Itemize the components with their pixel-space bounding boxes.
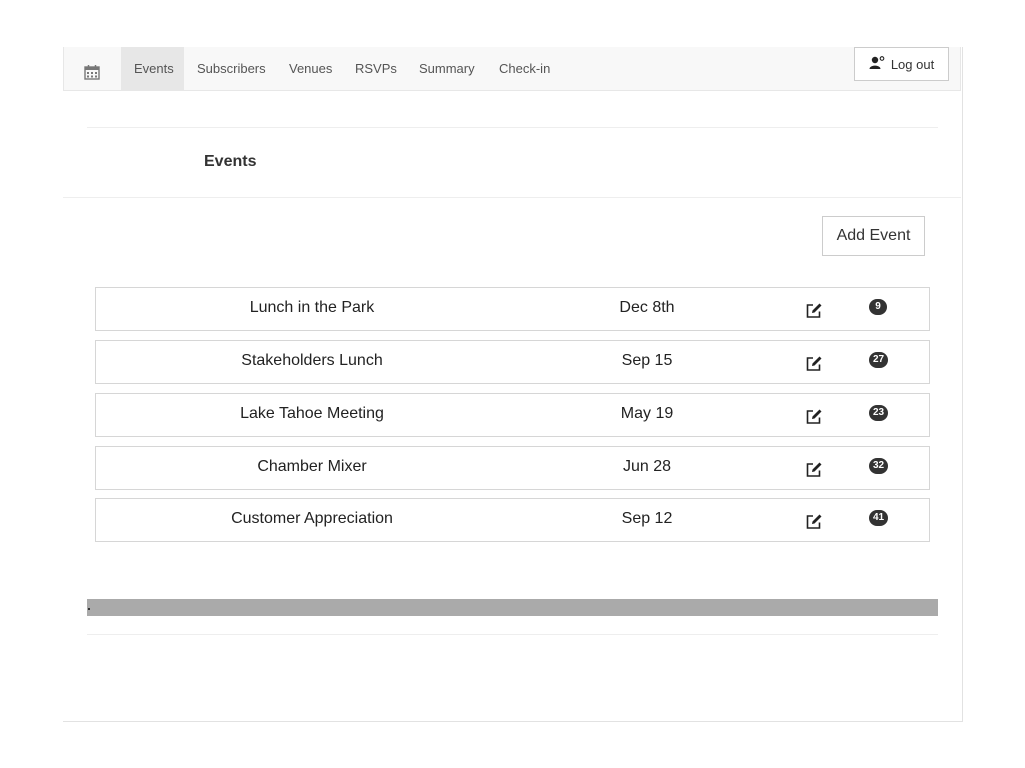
event-row[interactable]: Customer Appreciation Sep 12 41 [95,498,930,542]
rsvp-count-badge[interactable]: 23 [869,405,889,421]
rsvp-count-badge[interactable]: 9 [869,299,887,315]
nav-tab-venues[interactable]: Venues [276,47,345,90]
logout-label: Log out [890,56,935,72]
nav-tab-subscribers[interactable]: Subscribers [184,47,279,90]
nav-tab-check-in[interactable]: Check-in [486,47,563,90]
event-row[interactable]: Chamber Mixer Jun 28 32 [95,446,930,490]
nav-tab-events[interactable]: Events [121,47,184,90]
progress-bar [87,599,938,616]
rsvp-count-badge[interactable]: 32 [869,458,889,474]
rsvp-count-badge[interactable]: 27 [869,352,889,368]
page-title: Events [204,153,257,170]
event-row[interactable]: Stakeholders Lunch Sep 15 27 [95,340,930,384]
edit-icon[interactable] [805,513,823,531]
event-row[interactable]: Lunch in the Park Dec 8th 9 [95,287,930,331]
bar-marker [88,608,90,610]
event-name: Customer Appreciation [231,510,393,527]
event-date: Sep 15 [621,352,673,369]
event-date: May 19 [620,405,674,422]
nav-tab-summary[interactable]: Summary [406,47,488,90]
divider [87,127,938,128]
user-icon [869,55,885,73]
event-name: Stakeholders Lunch [241,352,383,369]
add-event-button[interactable]: Add Event [822,216,925,256]
event-date: Sep 12 [621,510,673,527]
event-date: Jun 28 [622,458,672,475]
rsvp-count-badge[interactable]: 41 [869,510,889,526]
event-row[interactable]: Lake Tahoe Meeting May 19 23 [95,393,930,437]
nav-tab-rsvps[interactable]: RSVPs [342,47,410,90]
edit-icon[interactable] [805,302,823,320]
edit-icon[interactable] [805,355,823,373]
divider [63,197,961,198]
calendar-icon[interactable] [84,64,100,80]
event-name: Lake Tahoe Meeting [240,405,384,422]
event-name: Lunch in the Park [249,299,375,316]
top-navbar: Events Subscribers Venues RSVPs Summary … [63,47,961,91]
event-name: Chamber Mixer [257,458,367,475]
event-date: Dec 8th [619,299,675,316]
edit-icon[interactable] [805,408,823,426]
logout-button[interactable]: Log out [854,47,949,81]
divider [87,634,938,635]
app-frame [63,47,963,722]
edit-icon[interactable] [805,461,823,479]
